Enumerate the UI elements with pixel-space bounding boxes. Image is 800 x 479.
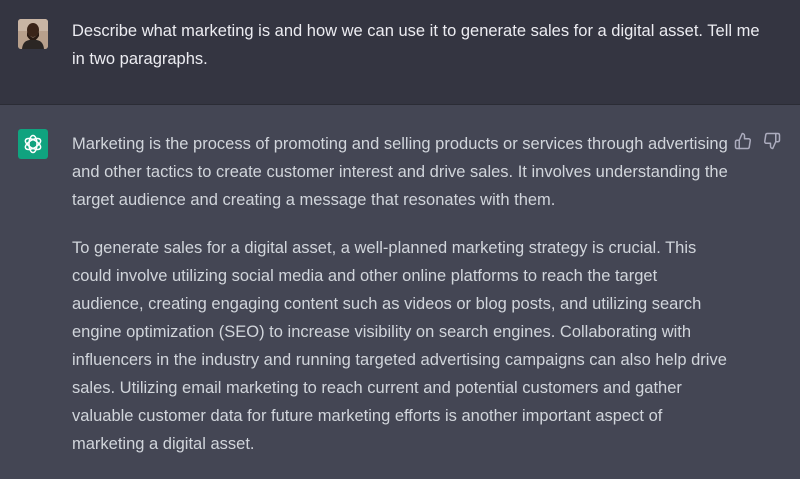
thumbs-down-button[interactable] <box>763 132 781 150</box>
user-message-text: Describe what marketing is and how we ca… <box>72 22 760 68</box>
thumbs-up-button[interactable] <box>734 132 752 150</box>
thumbs-up-icon <box>734 132 751 150</box>
assistant-paragraph-2: To generate sales for a digital asset, a… <box>72 239 727 453</box>
assistant-avatar <box>18 129 48 159</box>
assistant-paragraph-1: Marketing is the process of promoting an… <box>72 135 728 209</box>
thumbs-down-icon <box>764 132 781 150</box>
user-photo-icon <box>18 19 48 49</box>
assistant-message-text: Marketing is the process of promoting an… <box>72 130 732 478</box>
openai-logo-icon <box>24 134 42 154</box>
user-avatar <box>18 19 48 49</box>
chat-thread: Describe what marketing is and how we ca… <box>0 0 800 479</box>
assistant-message-row: Marketing is the process of promoting an… <box>0 105 800 479</box>
user-message-row: Describe what marketing is and how we ca… <box>0 0 800 105</box>
